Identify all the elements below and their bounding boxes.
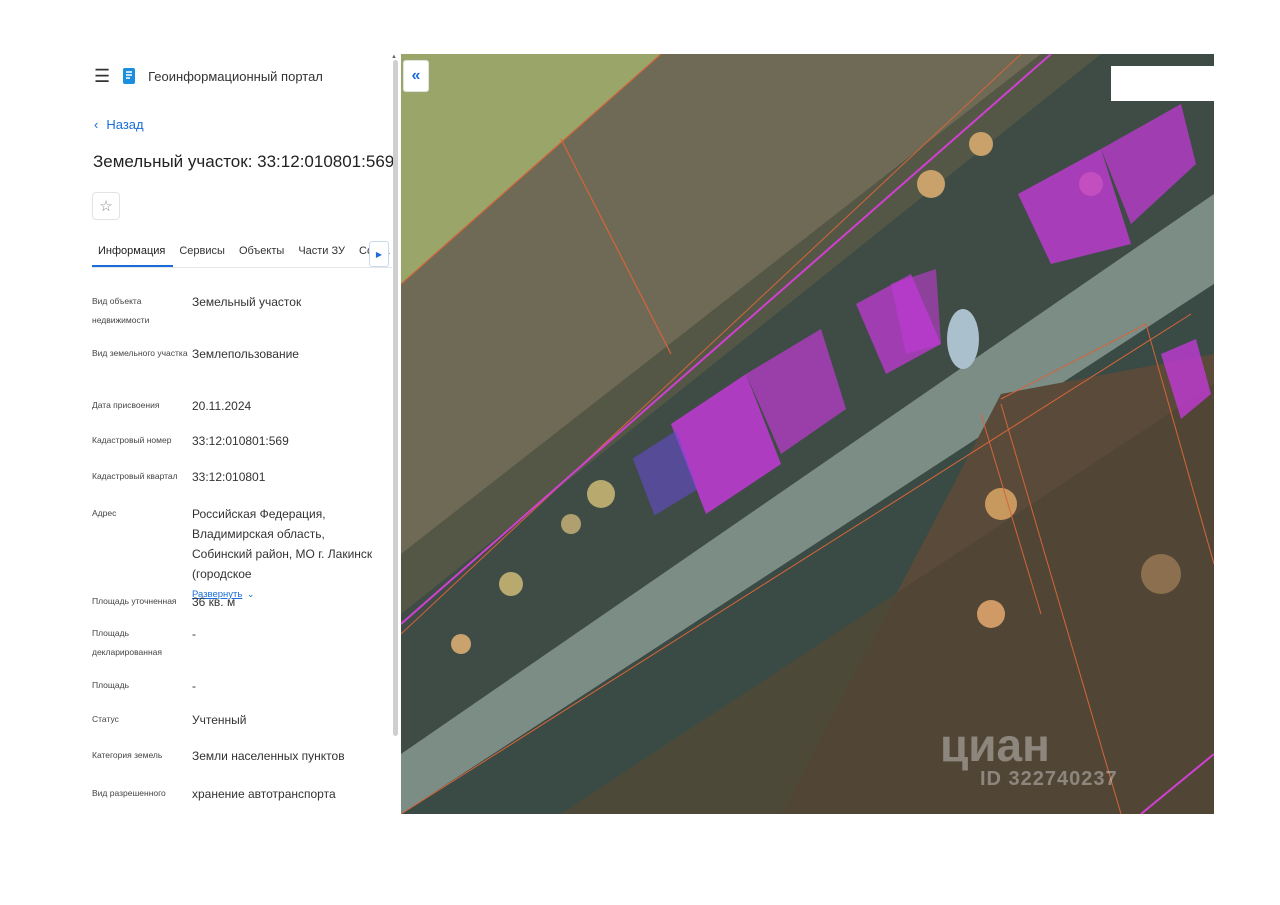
hamburger-icon[interactable]: ☰	[94, 66, 110, 86]
address-block: Российская Федерация, Владимирская облас…	[192, 504, 382, 604]
watermark-id: ID 322740237	[980, 768, 1118, 790]
field-row: Площадь уточненная 36 кв. м	[92, 592, 392, 624]
field-value: 33:12:010801:569	[192, 434, 289, 448]
favorite-star-icon[interactable]: ☆	[92, 192, 120, 220]
portal-logo-icon	[123, 68, 136, 84]
map-view[interactable]	[401, 54, 1214, 814]
field-row: Вид земельного участка Землепользование	[92, 344, 392, 396]
field-label: Площадь декларированная	[92, 628, 162, 657]
chevron-left-icon: ‹	[94, 117, 99, 132]
field-label: Площадь	[92, 680, 130, 690]
field-row: Категория земель Земли населенных пункто…	[92, 746, 392, 784]
field-label: Вид земельного участка	[92, 348, 188, 358]
field-value: -	[192, 627, 196, 641]
field-label: Статус	[92, 714, 119, 724]
collapse-panel-button[interactable]: «	[403, 60, 429, 92]
field-value: 20.11.2024	[192, 399, 252, 413]
field-row: Площадь декларированная -	[92, 624, 392, 676]
field-label: Категория земель	[92, 750, 163, 760]
field-value: Земельный участок	[192, 295, 302, 309]
portal-title: Геоинформационный портал	[148, 68, 323, 84]
field-label: Вид разрешенного	[92, 788, 166, 798]
field-label: Кадастровый квартал	[92, 471, 178, 481]
panel-header: ☰ Геоинформационный портал	[94, 66, 323, 86]
watermark: циан ID 322740237	[940, 722, 1118, 791]
field-row: Вид разрешенного хранение автотранспорта	[92, 784, 392, 814]
field-row: Адрес Российская Федерация, Владимирская…	[92, 498, 392, 600]
panel-scrollbar[interactable]	[393, 60, 398, 736]
tab-parts[interactable]: Части ЗУ	[292, 239, 353, 267]
tab-information[interactable]: Информация	[92, 239, 174, 267]
map-search-box[interactable]	[1111, 66, 1214, 101]
field-label: Адрес	[92, 508, 117, 518]
field-value: хранение автотранспорта	[192, 787, 336, 801]
back-label: Назад	[106, 117, 144, 132]
field-row: Вид объекта недвижимости Земельный участ…	[92, 292, 392, 344]
field-value: -	[192, 679, 196, 693]
field-value: Учтенный	[192, 713, 247, 727]
tabs-scroll-right-icon[interactable]: ▶	[369, 241, 389, 267]
field-value: Землепользование	[192, 347, 299, 361]
field-label: Дата присвоения	[92, 400, 160, 410]
page-title: Земельный участок: 33:12:010801:569	[93, 152, 395, 171]
info-panel: ☰ Геоинформационный портал ‹ Назад Земел…	[80, 54, 400, 814]
field-label: Кадастровый номер	[92, 435, 172, 445]
field-value: 36 кв. м	[192, 595, 236, 609]
watermark-logo: циан	[940, 719, 1050, 771]
tab-bar: Информация Сервисы Объекты Части ЗУ Сост…	[92, 239, 392, 268]
field-value: 33:12:010801	[192, 470, 266, 484]
back-link[interactable]: ‹ Назад	[94, 117, 144, 132]
field-row: Дата присвоения 20.11.2024	[92, 396, 392, 431]
satellite-map[interactable]	[401, 54, 1214, 814]
field-label: Вид объекта недвижимости	[92, 296, 150, 325]
field-row: Кадастровый номер 33:12:010801:569	[92, 431, 392, 467]
tab-services[interactable]: Сервисы	[173, 239, 233, 267]
field-label: Площадь уточненная	[92, 596, 177, 606]
tab-objects[interactable]: Объекты	[233, 239, 292, 267]
field-value: Российская Федерация, Владимирская облас…	[192, 507, 373, 581]
field-value: Земли населенных пунктов	[192, 749, 345, 763]
field-row: Кадастровый квартал 33:12:010801	[92, 467, 392, 498]
field-row: Площадь -	[92, 676, 392, 710]
attributes-list: Вид объекта недвижимости Земельный участ…	[92, 292, 392, 814]
field-row: Статус Учтенный	[92, 710, 392, 746]
